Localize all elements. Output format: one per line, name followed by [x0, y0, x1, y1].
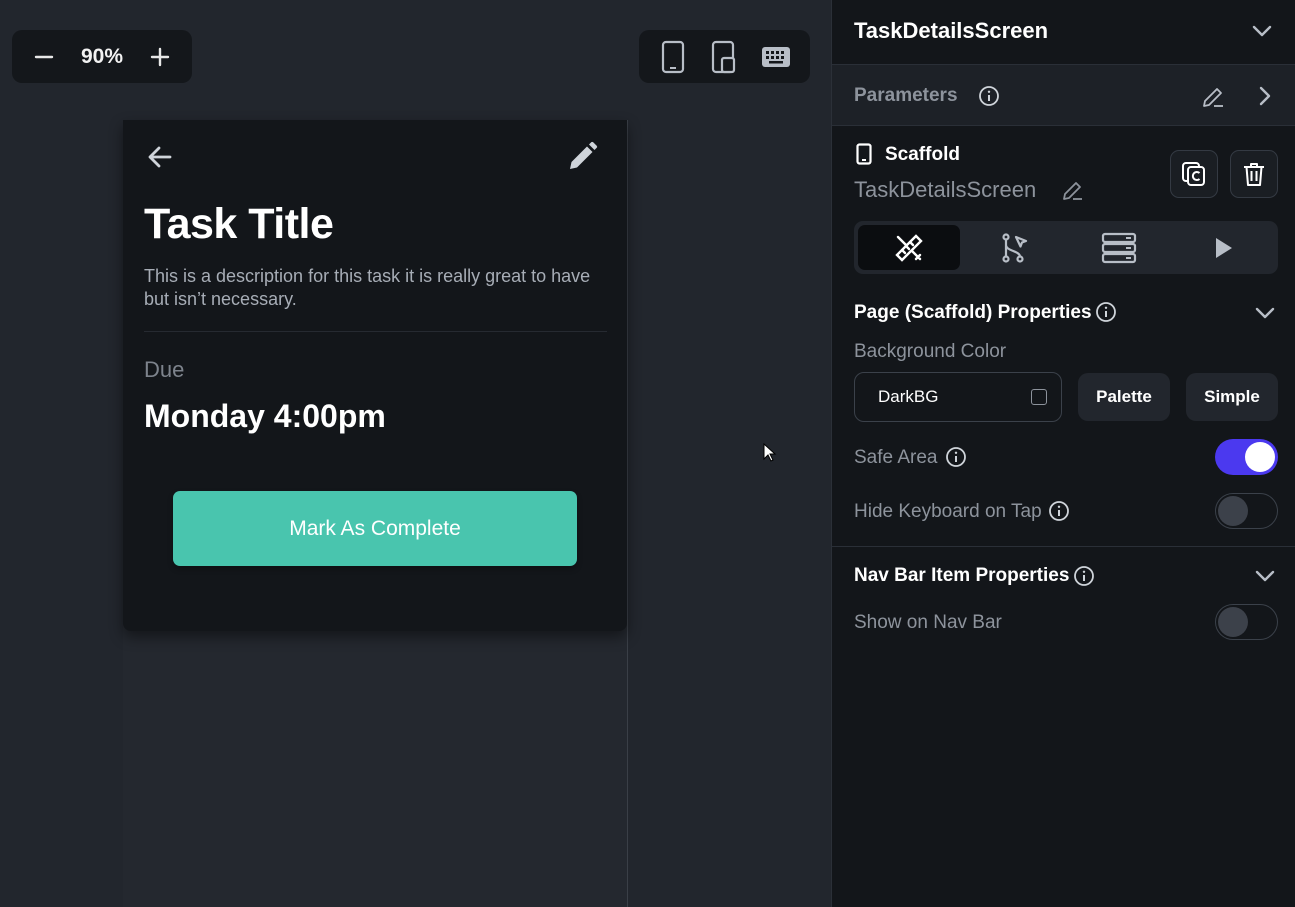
info-icon[interactable] [1095, 301, 1117, 323]
plus-icon [150, 47, 170, 66]
tab-properties[interactable] [858, 225, 960, 270]
background-color-value: DarkBG [878, 387, 939, 406]
tab-preview[interactable] [1172, 225, 1274, 270]
safe-area-toggle[interactable] [1215, 439, 1278, 475]
parameters-label: Parameters [854, 85, 958, 106]
widget-type-label: Scaffold [885, 144, 960, 165]
background-color-field[interactable]: DarkBG [854, 372, 1062, 422]
show-on-nav-bar-label: Show on Nav Bar [854, 612, 1002, 633]
trash-icon [1244, 163, 1264, 186]
tab-backend-query[interactable] [1068, 225, 1170, 270]
zoom-control: 90% [12, 30, 192, 83]
edit-task-button[interactable] [565, 140, 599, 174]
property-tabs [854, 221, 1278, 274]
properties-icon [895, 233, 923, 262]
phone-icon [856, 143, 872, 165]
back-button[interactable] [145, 142, 175, 172]
info-icon[interactable] [945, 446, 967, 468]
zoom-level: 90% [80, 44, 124, 68]
chevron-right-icon[interactable] [1252, 83, 1278, 109]
phone-icon [661, 40, 684, 73]
device-mode-control [639, 30, 810, 83]
tab-actions[interactable] [964, 225, 1066, 270]
edit-icon[interactable] [1061, 179, 1085, 203]
divider [144, 331, 607, 332]
palette-button[interactable]: Palette [1078, 373, 1170, 421]
due-value: Monday 4:00pm [144, 398, 386, 434]
zoom-in-button[interactable] [140, 37, 180, 77]
delete-widget-button[interactable] [1230, 150, 1278, 198]
safe-area-label: Safe Area [854, 447, 938, 468]
tablet-mode-button[interactable] [704, 37, 744, 77]
properties-panel: TaskDetailsScreen Parameters Scaffold Ta… [831, 0, 1295, 907]
phone-mode-button[interactable] [653, 37, 693, 77]
play-icon [1216, 237, 1232, 258]
screen-name: TaskDetailsScreen [854, 18, 1049, 43]
chevron-down-icon[interactable] [1252, 563, 1278, 589]
mark-complete-button[interactable]: Mark As Complete [173, 491, 577, 566]
toggle-knob [1245, 442, 1275, 472]
page-properties-title: Page (Scaffold) Properties [854, 302, 1092, 323]
info-icon[interactable] [978, 85, 1000, 107]
due-label: Due [144, 357, 185, 382]
mouse-cursor-icon [763, 443, 777, 462]
pencil-icon [570, 141, 598, 169]
color-swatch [1031, 389, 1047, 405]
arrow-left-icon [148, 146, 172, 168]
chevron-down-icon[interactable] [1252, 300, 1278, 326]
copy-icon [1182, 162, 1205, 186]
actions-icon [1002, 232, 1028, 263]
hide-keyboard-toggle[interactable] [1215, 493, 1278, 529]
panel-header: TaskDetailsScreen [832, 0, 1295, 65]
hide-keyboard-label: Hide Keyboard on Tap [854, 501, 1042, 522]
toggle-knob [1218, 495, 1248, 526]
tablet-icon [712, 40, 736, 73]
task-description: This is a description for this task it i… [144, 266, 591, 309]
minus-icon [34, 55, 54, 58]
widget-name: TaskDetailsScreen [854, 177, 1037, 202]
keyboard-mode-button[interactable] [756, 37, 796, 77]
section-divider [832, 546, 1295, 547]
device-preview-frame: Task Title This is a description for thi… [123, 120, 628, 907]
simple-button[interactable]: Simple [1186, 373, 1278, 421]
show-on-nav-bar-toggle[interactable] [1215, 604, 1278, 640]
toggle-knob [1218, 606, 1248, 637]
nav-bar-properties-title: Nav Bar Item Properties [854, 565, 1070, 586]
task-title: Task Title [144, 200, 334, 248]
zoom-out-button[interactable] [24, 37, 64, 77]
info-icon[interactable] [1048, 500, 1070, 522]
task-details-preview: Task Title This is a description for thi… [123, 120, 627, 631]
edit-icon[interactable] [1200, 84, 1226, 110]
info-icon[interactable] [1073, 565, 1095, 587]
chevron-down-icon[interactable] [1249, 18, 1275, 44]
backend-query-icon [1101, 232, 1137, 263]
keyboard-icon [762, 46, 791, 67]
copy-widget-button[interactable] [1170, 150, 1218, 198]
parameters-row[interactable]: Parameters [832, 65, 1295, 126]
background-color-label: Background Color [854, 341, 1007, 362]
